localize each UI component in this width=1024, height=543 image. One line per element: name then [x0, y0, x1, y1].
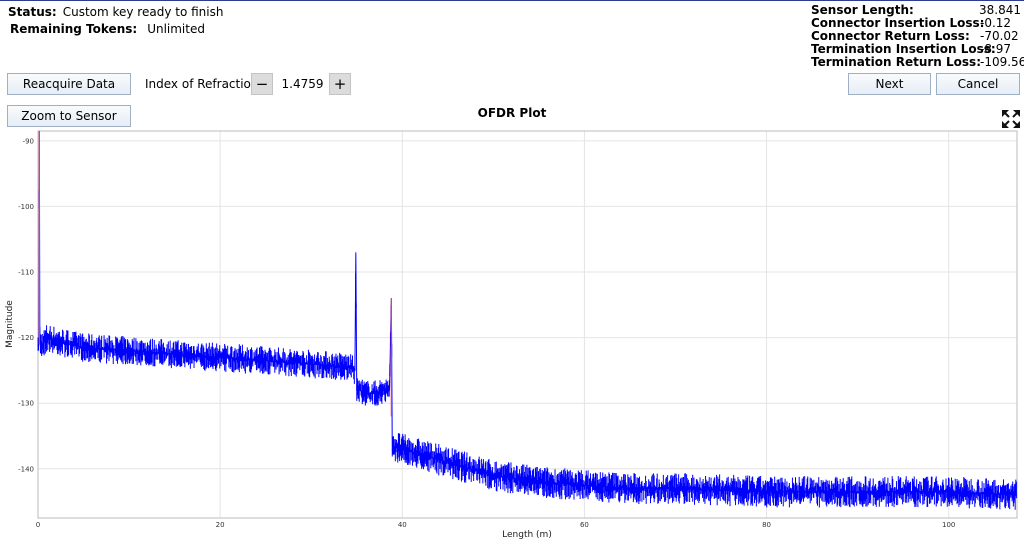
reacquire-data-button[interactable]: Reacquire Data — [7, 73, 131, 95]
cancel-button[interactable]: Cancel — [936, 73, 1020, 95]
x-tick-label: 40 — [398, 521, 407, 529]
x-axis-label: Length (m) — [502, 530, 552, 540]
ior-increment-button[interactable]: + — [329, 73, 351, 95]
tokens-line: Remaining Tokens: Unlimited — [10, 22, 205, 36]
trace-series — [37, 130, 1018, 510]
plot-title: OFDR Plot — [477, 106, 547, 120]
status-line: Status: Custom key ready to finish — [8, 5, 223, 19]
ior-label: Index of Refraction: — [145, 77, 263, 91]
trace-noise-band — [37, 189, 1017, 510]
x-ticks: 0 20 40 60 80 100 — [36, 521, 956, 529]
y-axis-label: Magnitude — [5, 300, 15, 348]
y-tick-label: -90 — [23, 137, 34, 145]
x-tick-label: 100 — [942, 521, 955, 529]
y-tick-label: -140 — [18, 465, 34, 473]
x-tick-label: 20 — [216, 521, 225, 529]
y-tick-label: -130 — [18, 400, 34, 408]
trace-line — [37, 130, 1018, 496]
y-tick-label: -110 — [18, 269, 34, 277]
plot-grid — [37, 131, 1017, 518]
expand-icon[interactable] — [1001, 109, 1021, 129]
x-tick-label: 0 — [36, 521, 40, 529]
metric-termination-return-loss: Termination Return Loss: -109.56 — [811, 55, 1024, 69]
x-tick-label: 60 — [580, 521, 589, 529]
metrics-panel: Sensor Length: 38.841 Connector Insertion… — [811, 4, 1024, 69]
next-button[interactable]: Next — [848, 73, 931, 95]
ofdr-plot[interactable]: -90 -100 -110 -120 -130 -140 0 20 40 60 80 100 Len… — [0, 127, 1024, 543]
tokens-value: Unlimited — [147, 22, 205, 36]
tokens-label: Remaining Tokens: — [10, 22, 138, 36]
y-ticks: -90 -100 -110 -120 -130 -140 — [18, 137, 34, 473]
status-label: Status: — [8, 5, 57, 19]
status-value: Custom key ready to finish — [62, 5, 224, 19]
ior-decrement-button[interactable]: − — [251, 73, 273, 95]
y-tick-label: -120 — [18, 334, 34, 342]
plot-frame — [37, 130, 1018, 519]
y-tick-label: -100 — [18, 203, 34, 211]
ior-value[interactable]: 1.4759 — [275, 77, 330, 91]
x-tick-label: 80 — [762, 521, 771, 529]
